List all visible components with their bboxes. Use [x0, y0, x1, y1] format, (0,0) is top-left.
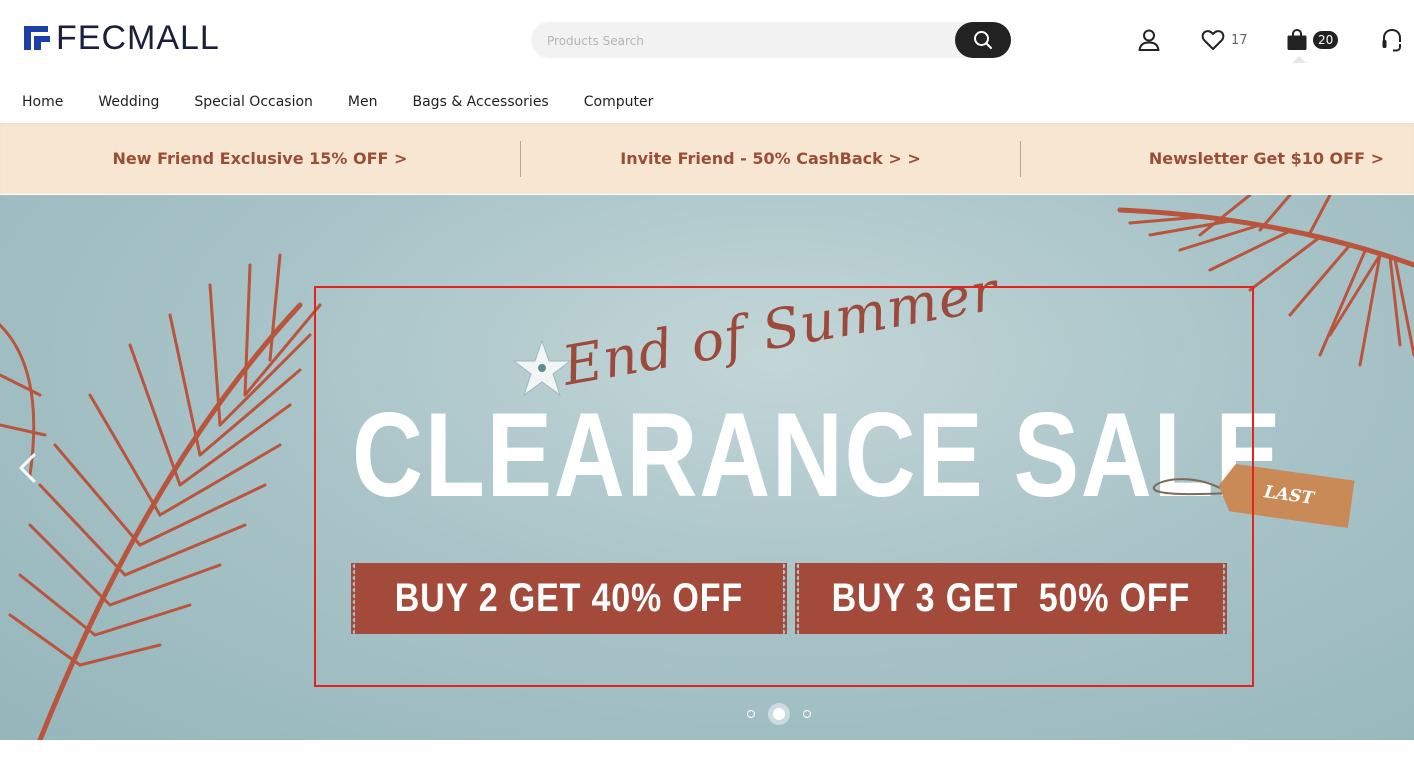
carousel-prev-button[interactable] [16, 453, 38, 487]
carousel-dot-3[interactable] [803, 710, 811, 718]
search-button[interactable] [955, 22, 1011, 58]
promo-new-friend-link[interactable]: New Friend Exclusive 15% OFF > [0, 123, 520, 194]
promo-invite-friend-link[interactable]: Invite Friend - 50% CashBack > > [521, 123, 1020, 194]
hero-banner[interactable]: End of Summer CLEARANCE SALE LAST CHANCE… [0, 195, 1414, 740]
bag-icon [1287, 28, 1307, 50]
logo-text: FECMALL [56, 19, 220, 57]
site-header: FECMALL 17 20 [0, 0, 1414, 123]
promo-bar: New Friend Exclusive 15% OFF > Invite Fr… [0, 123, 1414, 194]
account-button[interactable] [1137, 28, 1161, 52]
carousel-dots [738, 703, 820, 725]
user-icon [1138, 29, 1160, 51]
cart-dropdown-caret [1292, 56, 1306, 63]
heart-icon [1201, 30, 1225, 50]
promo-newsletter-label: Newsletter Get $10 OFF > [1148, 149, 1384, 168]
nav-item-men[interactable]: Men [348, 92, 378, 112]
headset-icon [1382, 28, 1401, 52]
logo-mark-icon [24, 26, 50, 50]
promo-newsletter-link[interactable]: Newsletter Get $10 OFF > [1021, 123, 1414, 194]
main-nav: Home Wedding Special Occasion Men Bags &… [22, 92, 688, 112]
nav-item-wedding[interactable]: Wedding [98, 92, 159, 112]
nav-item-home[interactable]: Home [22, 92, 63, 112]
search-input[interactable] [545, 22, 949, 60]
nav-item-special-occasion[interactable]: Special Occasion [194, 92, 313, 112]
logo[interactable]: FECMALL [21, 19, 220, 57]
carousel-dot-2[interactable] [768, 703, 790, 725]
carousel-dot-1[interactable] [747, 710, 755, 718]
wishlist-button[interactable]: 17 [1201, 28, 1248, 52]
cart-button[interactable]: 20 [1285, 28, 1339, 52]
wishlist-count: 17 [1231, 32, 1248, 48]
nav-item-bags-accessories[interactable]: Bags & Accessories [413, 92, 549, 112]
chevron-left-icon [19, 453, 36, 483]
cart-count-badge: 20 [1313, 31, 1339, 49]
support-button[interactable] [1380, 28, 1404, 54]
search-bar [531, 22, 1011, 60]
nav-item-computer[interactable]: Computer [584, 92, 654, 112]
highlight-frame [314, 286, 1254, 687]
search-icon [974, 31, 992, 49]
